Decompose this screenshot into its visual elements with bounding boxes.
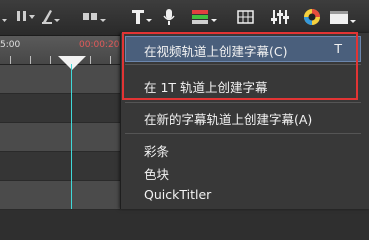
playhead-marker[interactable] <box>58 56 86 70</box>
dropdown-icon[interactable] <box>0 7 12 27</box>
title-icon[interactable] <box>130 7 156 27</box>
timeline-track[interactable] <box>0 123 120 152</box>
timeline-track[interactable] <box>0 94 120 123</box>
timeline-track[interactable] <box>0 152 120 181</box>
menu-item-quicktitler[interactable]: QuickTitler <box>144 187 211 202</box>
audio-mixer-icon[interactable] <box>190 7 220 27</box>
menu-separator <box>125 102 361 103</box>
ruler-tick <box>10 56 11 64</box>
playhead-line <box>71 64 72 209</box>
slide-icon[interactable] <box>80 7 108 27</box>
ruler-tick <box>110 56 111 64</box>
trim-icon[interactable] <box>40 7 62 27</box>
ruler-time-left: 5:00 <box>0 40 21 50</box>
ruler-tick <box>30 56 31 64</box>
menu-item-shortcut: T <box>334 41 342 56</box>
panel-icon[interactable] <box>328 7 358 27</box>
menu-item-create-title-video-track[interactable]: 在视频轨道上创建字幕(C) <box>144 41 287 60</box>
menu-item-create-title-new-track[interactable]: 在新的字幕轨道上创建字幕(A) <box>144 109 312 128</box>
split-icon[interactable] <box>15 7 37 27</box>
menu-item-create-title-1t-track[interactable]: 在 1T 轨道上创建字幕 <box>144 77 268 96</box>
ruler-tick <box>90 56 91 64</box>
menu-separator <box>125 64 361 65</box>
microphone-icon[interactable] <box>160 7 178 27</box>
menu-item-color-bars[interactable]: 彩条 <box>144 141 169 160</box>
color-icon[interactable] <box>302 7 322 27</box>
grid-icon[interactable] <box>236 7 256 27</box>
menu-separator <box>125 133 361 134</box>
ruler-tick <box>50 56 51 64</box>
timeline-track[interactable] <box>0 181 120 210</box>
eq-icon[interactable] <box>270 7 290 27</box>
menu-item-color-block[interactable]: 色块 <box>144 164 169 183</box>
ruler-time-current: 00:00:20 <box>79 40 120 50</box>
title-context-menu: 在视频轨道上创建字幕(C) T 在 1T 轨道上创建字幕 在新的字幕轨道上创建字… <box>120 33 369 209</box>
toolbar <box>0 0 369 36</box>
